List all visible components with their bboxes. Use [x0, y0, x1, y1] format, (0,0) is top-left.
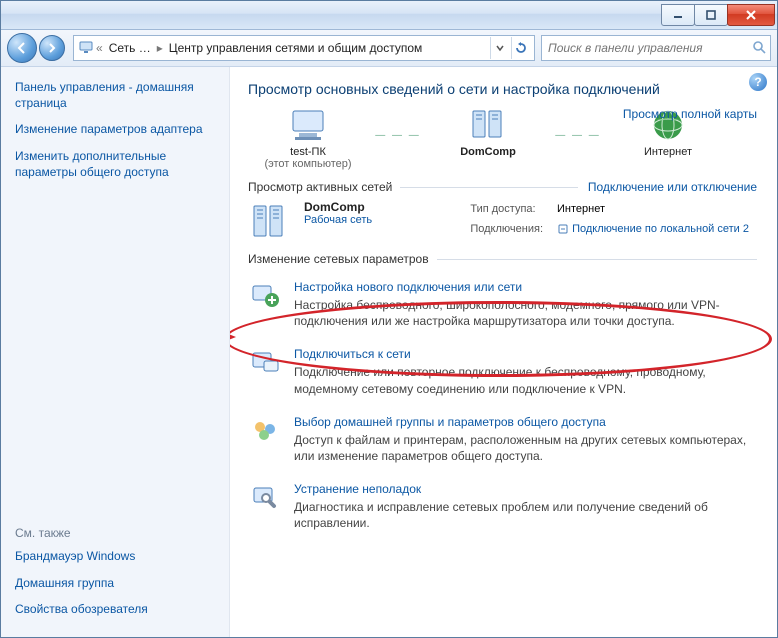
back-button[interactable] — [7, 33, 37, 63]
help-icon[interactable]: ? — [749, 73, 767, 91]
sidebar-item-homegroup[interactable]: Домашняя группа — [15, 575, 215, 591]
ethernet-icon — [557, 223, 569, 235]
close-button[interactable] — [727, 4, 775, 26]
sidebar-item-firewall[interactable]: Брандмауэр Windows — [15, 548, 215, 564]
minimize-button[interactable] — [661, 4, 695, 26]
connector-icon: — — — — [368, 107, 428, 155]
task-desc: Доступ к файлам и принтерам, расположенн… — [294, 432, 755, 464]
breadcrumb[interactable]: « Сеть … ▸ Центр управления сетями и общ… — [73, 35, 535, 61]
breadcrumb-dropdown[interactable] — [490, 37, 509, 59]
new-connection-icon — [250, 280, 284, 329]
server-icon — [465, 107, 511, 143]
sidebar-item-home[interactable]: Панель управления - домашняя страница — [15, 79, 215, 111]
chevron-right-icon: « — [96, 41, 103, 55]
task-title[interactable]: Настройка нового подключения или сети — [294, 280, 755, 294]
task-title[interactable]: Подключиться к сети — [294, 347, 755, 361]
red-arrow-annotation — [230, 322, 240, 352]
task-title[interactable]: Выбор домашней группы и параметров общег… — [294, 415, 755, 429]
forward-button[interactable] — [39, 35, 65, 61]
task-title[interactable]: Устранение неполадок — [294, 482, 755, 496]
refresh-button[interactable] — [511, 37, 530, 59]
task-connect-network[interactable]: Подключиться к сети Подключение или повт… — [248, 339, 757, 406]
work-network-icon — [248, 200, 290, 242]
page-title: Просмотр основных сведений о сети и наст… — [248, 81, 757, 97]
search-input[interactable] — [546, 40, 752, 56]
topo-node-this-pc: test-ПК (этот компьютер) — [248, 107, 368, 170]
network-properties: Тип доступа: Интернет Подключения: Подкл… — [462, 200, 757, 242]
main-content: ? Просмотр основных сведений о сети и на… — [230, 67, 777, 638]
nav-bar: « Сеть … ▸ Центр управления сетями и общ… — [1, 30, 777, 67]
sidebar-item-advanced-sharing[interactable]: Изменить дополнительные параметры общего… — [15, 148, 215, 180]
sidebar-item-internet-options[interactable]: Свойства обозревателя — [15, 601, 215, 617]
network-map: test-ПК (этот компьютер) — — — DomComp —… — [248, 107, 757, 170]
sidebar: Панель управления - домашняя страница Из… — [1, 67, 230, 638]
troubleshoot-icon — [250, 482, 284, 531]
change-settings-header: Изменение сетевых параметров — [248, 252, 757, 266]
breadcrumb-item-sharing-center[interactable]: Центр управления сетями и общим доступом — [165, 41, 427, 55]
view-full-map-link[interactable]: Просмотр полной карты — [623, 107, 757, 121]
title-bar — [1, 1, 777, 30]
task-new-connection[interactable]: Настройка нового подключения или сети На… — [248, 272, 757, 339]
control-panel-window: « Сеть … ▸ Центр управления сетями и общ… — [0, 0, 778, 638]
network-icon — [78, 39, 94, 58]
connect-disconnect-link[interactable]: Подключение или отключение — [588, 180, 757, 194]
maximize-button[interactable] — [694, 4, 728, 26]
task-desc: Диагностика и исправление сетевых пробле… — [294, 499, 755, 531]
homegroup-icon — [250, 415, 284, 464]
search-icon — [752, 40, 766, 57]
task-homegroup[interactable]: Выбор домашней группы и параметров общег… — [248, 407, 757, 474]
connector-icon: — — — — [548, 107, 608, 155]
breadcrumb-item-network[interactable]: Сеть … — [105, 41, 155, 55]
active-network-row: DomComp Рабочая сеть Тип доступа: Интерн… — [248, 200, 757, 242]
topo-node-network: DomComp — [428, 107, 548, 158]
search-box[interactable] — [541, 35, 771, 61]
connect-network-icon — [250, 347, 284, 396]
network-type-link[interactable]: Рабочая сеть — [304, 214, 372, 226]
network-name: DomComp — [304, 200, 372, 214]
sidebar-item-adapter-settings[interactable]: Изменение параметров адаптера — [15, 121, 215, 137]
task-desc: Настройка беспроводного, широкополосного… — [294, 297, 755, 329]
task-troubleshoot[interactable]: Устранение неполадок Диагностика и испра… — [248, 474, 757, 541]
task-desc: Подключение или повторное подключение к … — [294, 364, 755, 396]
task-list: Настройка нового подключения или сети На… — [248, 272, 757, 542]
connection-link[interactable]: Подключение по локальной сети 2 — [572, 223, 749, 235]
active-networks-header: Просмотр активных сетей Подключение или … — [248, 180, 757, 194]
chevron-right-icon: ▸ — [157, 41, 163, 55]
see-also-header: См. также — [15, 526, 215, 540]
computer-icon — [285, 107, 331, 143]
